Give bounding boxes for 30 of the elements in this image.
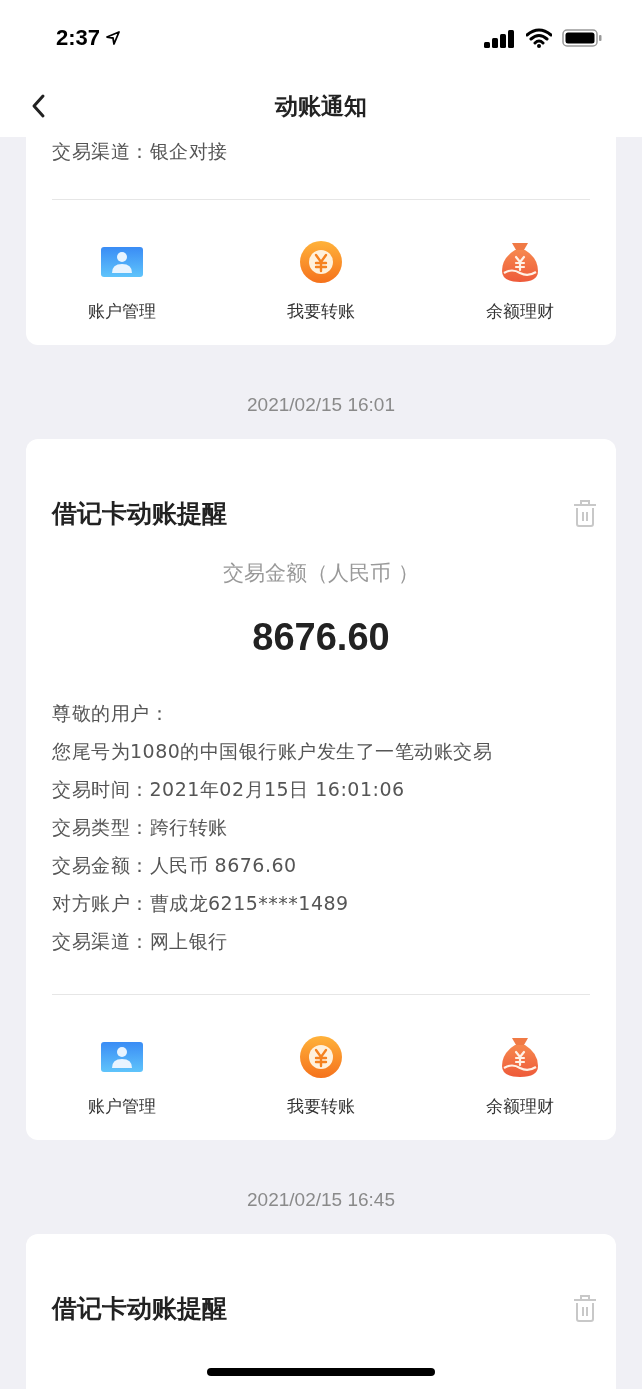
action-button[interactable]: 账户管理 xyxy=(62,1035,182,1119)
action-button[interactable]: 余额理财 xyxy=(460,240,580,324)
battery-icon xyxy=(562,27,602,48)
wifi-icon xyxy=(526,27,552,48)
amount-label: 交易金额（人民币 ） xyxy=(222,560,420,587)
action-button[interactable]: 余额理财 xyxy=(460,1035,580,1119)
detail-text: 您尾号为1080的中国银行账户发生了一笔动账交易 xyxy=(52,739,494,764)
coin-icon xyxy=(299,240,343,284)
detail-text: 对方账户：曹成龙6215****1489 xyxy=(52,891,350,916)
action-button[interactable]: 我要转账 xyxy=(261,1035,381,1119)
detail-text: 交易金额：人民币 8676.60 xyxy=(52,853,298,878)
card-title: 借记卡动账提醒 xyxy=(52,497,227,530)
detail-text: 交易渠道：银企对接 xyxy=(52,139,229,164)
detail-text: 尊敬的用户： xyxy=(52,701,170,726)
timestamp: 2021/02/15 16:01 xyxy=(246,393,396,417)
amount-value: 8676.60 xyxy=(251,615,391,660)
card-title: 借记卡动账提醒 xyxy=(52,1292,227,1325)
trash-icon[interactable] xyxy=(572,1293,598,1323)
timestamp: 2021/02/15 16:45 xyxy=(246,1188,396,1212)
action-button[interactable]: 我要转账 xyxy=(261,240,381,324)
signal-icon xyxy=(484,27,516,48)
page-title: 动账通知 xyxy=(275,91,367,121)
detail-text: 交易渠道：网上银行 xyxy=(52,929,229,954)
location-arrow-icon xyxy=(106,30,121,45)
detail-text: 交易类型：跨行转账 xyxy=(52,815,229,840)
action-button[interactable]: 账户管理 xyxy=(62,240,182,324)
coin-icon xyxy=(299,1035,343,1079)
detail-text: 交易时间：2021年02月15日 16:01:06 xyxy=(52,777,406,802)
trash-icon[interactable] xyxy=(572,498,598,528)
status-time: 2:37 xyxy=(56,24,101,51)
